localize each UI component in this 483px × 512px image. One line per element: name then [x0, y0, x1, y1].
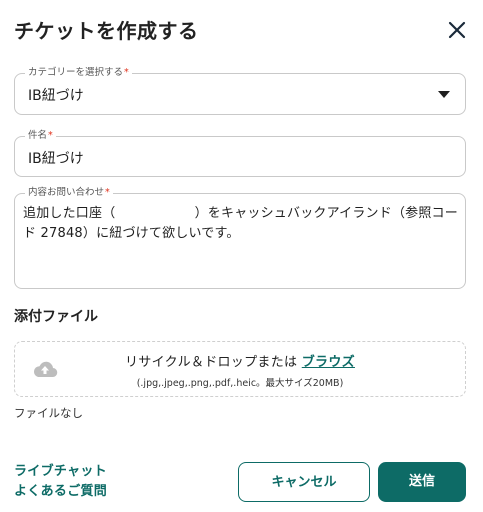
caret-down-icon	[438, 91, 450, 98]
faq-link[interactable]: よくあるご質問	[14, 482, 107, 502]
file-dropzone[interactable]: リサイクル＆ドロップまたは ブラウズ (.jpg,.jpeg,.png,.pdf…	[14, 341, 466, 397]
subject-field[interactable]: 件名* IB紐づけ	[14, 129, 466, 177]
inquiry-textarea[interactable]: 内容お問い合わせ* 追加した口座（ ）をキャッシュバックアイランド（参照コード …	[14, 186, 466, 289]
live-chat-link[interactable]: ライブチャット	[14, 462, 107, 482]
required-mark: *	[48, 130, 53, 141]
category-value: IB紐づけ	[28, 88, 84, 104]
dialog-title: チケットを作成する	[14, 19, 199, 43]
required-mark: *	[124, 67, 129, 78]
dropzone-formats: (.jpg,.jpeg,.png,.pdf,.heic。最大サイズ20MB)	[136, 378, 344, 389]
create-ticket-dialog: チケットを作成する カテゴリーを選択する* IB紐づけ 件名* IB紐づけ 内容…	[0, 0, 483, 512]
subject-label: 件名*	[25, 129, 56, 143]
browse-link[interactable]: ブラウズ	[302, 355, 355, 370]
close-button[interactable]	[446, 19, 468, 41]
cancel-button[interactable]: キャンセル	[238, 462, 370, 502]
file-status: ファイルなし	[14, 406, 83, 420]
required-mark: *	[105, 187, 110, 198]
category-label: カテゴリーを選択する*	[25, 66, 132, 80]
help-links: ライブチャット よくあるご質問	[14, 462, 107, 502]
submit-button[interactable]: 送信	[378, 462, 466, 502]
inquiry-value: 追加した口座（ ）をキャッシュバックアイランド（参照コード 27848）に紐づけ…	[23, 206, 458, 241]
close-icon	[448, 21, 466, 39]
category-select[interactable]: カテゴリーを選択する* IB紐づけ	[14, 66, 466, 115]
dropzone-text: リサイクル＆ドロップまたは ブラウズ	[125, 355, 355, 370]
subject-value: IB紐づけ	[28, 151, 84, 167]
attachment-title: 添付ファイル	[14, 309, 98, 325]
inquiry-label: 内容お問い合わせ*	[25, 186, 113, 200]
